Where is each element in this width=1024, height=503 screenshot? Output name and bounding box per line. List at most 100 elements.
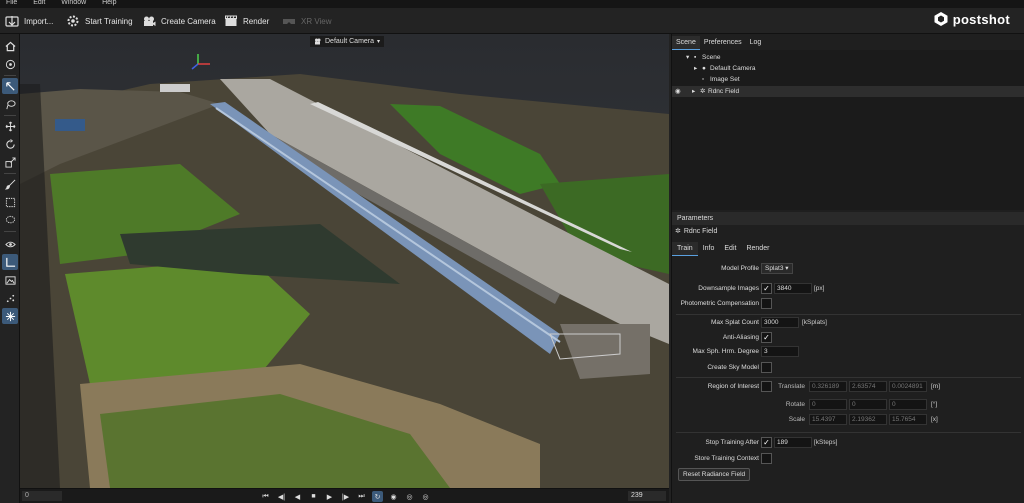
downsample-input[interactable]: 3840 (774, 283, 812, 294)
max-sph-row: Max Sph. Hrm. Degree 3 (672, 345, 1024, 358)
reset-radiance-field-button[interactable]: Reset Radiance Field (678, 468, 751, 481)
tab-render[interactable]: Render (741, 242, 774, 256)
max-splat-input[interactable]: 3000 (761, 317, 799, 328)
camera-icon: ● (702, 65, 706, 72)
orbit-tool[interactable] (2, 56, 18, 72)
translate-z-input[interactable]: 0.0024891 (889, 381, 927, 392)
tool-divider (4, 115, 16, 116)
translate-x-input[interactable]: 0.326189 (809, 381, 847, 392)
downsample-checkbox[interactable]: ✓ (761, 283, 772, 294)
postshot-logo: postshot (933, 11, 1010, 27)
max-sph-label: Max Sph. Hrm. Degree (692, 348, 759, 355)
stop-button[interactable]: ■ (308, 491, 319, 502)
xr-view-button[interactable]: XR View (282, 12, 332, 30)
step-back-button[interactable]: ◀| (276, 491, 287, 502)
divider (676, 314, 1021, 315)
fly-tool[interactable] (2, 78, 18, 94)
box-select-tool[interactable] (2, 194, 18, 210)
store-context-label: Store Training Context (694, 455, 759, 462)
keyframe-icon: ◎ (422, 493, 429, 501)
menu-edit[interactable]: Edit (33, 0, 45, 6)
ground-tool[interactable] (2, 254, 18, 270)
tree-item-scene[interactable]: ▾ ▪ Scene (672, 52, 1024, 63)
brush-tool[interactable] (2, 176, 18, 192)
tab-log[interactable]: Log (746, 36, 766, 50)
play-reverse-button[interactable]: ◀ (292, 491, 303, 502)
tool-divider (4, 75, 16, 76)
translate-y-input[interactable]: 2.63574 (849, 381, 887, 392)
parameter-tabs: Train Info Edit Render (672, 242, 774, 256)
anti-alias-label: Anti-Aliasing (722, 334, 759, 341)
render-button[interactable]: Render (224, 12, 269, 30)
tree-item-image-set[interactable]: ▫ Image Set (672, 74, 1024, 85)
stop-training-input[interactable]: 189 (774, 437, 812, 448)
loop-button[interactable]: ↻ (372, 491, 383, 502)
tree-item-camera[interactable]: ▸ ● Default Camera (672, 63, 1024, 74)
rotate-tool[interactable] (2, 136, 18, 152)
tree-item-field[interactable]: ◉ ▸ ✲ Rdnc Field (672, 86, 1024, 97)
max-sph-input[interactable]: 3 (761, 346, 799, 357)
create-camera-button[interactable]: Create Camera (142, 12, 216, 30)
camera-path-button[interactable]: ◉ (388, 491, 399, 502)
points-tool[interactable] (2, 290, 18, 306)
skip-last-button[interactable]: ⏭ (356, 491, 367, 502)
tab-edit[interactable]: Edit (719, 242, 741, 256)
home-icon (5, 41, 15, 51)
scale-x-input[interactable]: 15.4397 (809, 414, 847, 425)
lasso-select-tool[interactable] (2, 212, 18, 228)
scene-label: Scene (702, 54, 721, 61)
downsample-row: Downsample Images ✓ 3840 [px] (672, 282, 1024, 295)
lasso-tool[interactable] (2, 96, 18, 112)
anti-alias-row: Anti-Aliasing ✓ (672, 331, 1024, 344)
orbit-icon (5, 59, 15, 69)
step-forward-button[interactable]: |▶ (340, 491, 351, 502)
3d-viewport[interactable] (20, 34, 669, 488)
rotate-y-input[interactable]: 0 (849, 399, 887, 410)
scale-y-input[interactable]: 2.19362 (849, 414, 887, 425)
scale-z-input[interactable]: 15.7654 (889, 414, 927, 425)
camera-selector[interactable]: Default Camera ▾ (310, 36, 385, 47)
sky-model-checkbox[interactable] (761, 362, 772, 373)
roi-checkbox[interactable] (761, 381, 772, 392)
import-button[interactable]: Import... (5, 12, 53, 30)
scale-tool[interactable] (2, 154, 18, 170)
panel-tabs: Scene Preferences Log (672, 36, 765, 50)
fly-icon (5, 81, 15, 91)
store-context-checkbox[interactable] (761, 453, 772, 464)
anti-alias-checkbox[interactable]: ✓ (761, 332, 772, 343)
record-button[interactable]: ◎ (404, 491, 415, 502)
start-training-button[interactable]: Start Training (66, 12, 133, 30)
frame-start-field[interactable]: 0 (22, 491, 62, 501)
tab-scene[interactable]: Scene (672, 36, 700, 50)
ground-icon (5, 257, 15, 267)
photometric-checkbox[interactable] (761, 298, 772, 309)
expand-icon: ▾ (686, 54, 690, 61)
tab-train[interactable]: Train (672, 242, 698, 256)
stop-training-label: Stop Training After (705, 439, 759, 446)
keyframe-button[interactable]: ◎ (420, 491, 431, 502)
visibility-eye-icon[interactable]: ◉ (675, 86, 681, 97)
play-button[interactable]: ▶ (324, 491, 335, 502)
menu-help[interactable]: Help (102, 0, 116, 6)
menu-file[interactable]: File (6, 0, 17, 6)
splat-tool[interactable] (2, 308, 18, 324)
rotate-z-input[interactable]: 0 (889, 399, 927, 410)
image-set-icon: ▫ (702, 76, 705, 83)
divider (676, 377, 1021, 378)
roi-label: Region of Interest (707, 383, 759, 390)
stop-training-checkbox[interactable]: ✓ (761, 437, 772, 448)
menu-window[interactable]: Window (61, 0, 86, 6)
tab-info[interactable]: Info (698, 242, 720, 256)
view-tool[interactable] (2, 236, 18, 252)
rotate-label: Rotate (785, 401, 805, 408)
skip-first-button[interactable]: ⏮ (260, 491, 271, 502)
frame-end-field[interactable]: 239 (628, 491, 666, 501)
model-profile-select[interactable]: Splat3 ▾ (761, 263, 793, 274)
start-training-label: Start Training (85, 16, 133, 26)
home-tool[interactable] (2, 38, 18, 54)
camera-icon (315, 38, 321, 45)
rotate-x-input[interactable]: 0 (809, 399, 847, 410)
image-tool[interactable] (2, 272, 18, 288)
tab-preferences[interactable]: Preferences (700, 36, 746, 50)
move-tool[interactable] (2, 118, 18, 134)
